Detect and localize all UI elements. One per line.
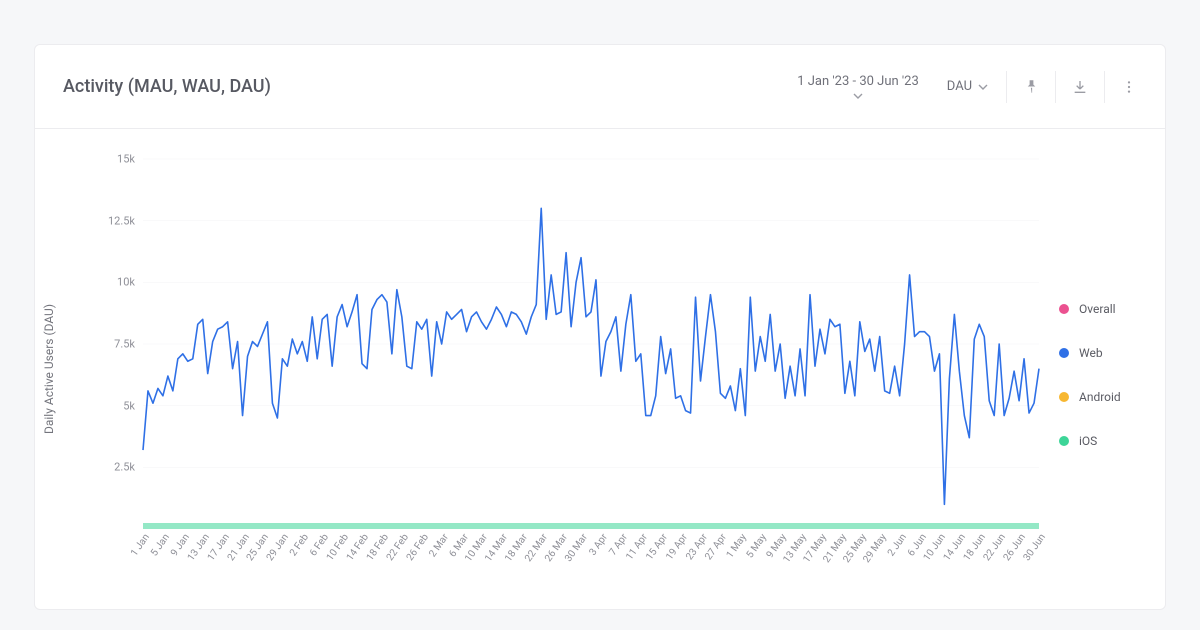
more-menu-button[interactable] [1109,67,1149,107]
x-tick-label: 2 Mar [427,532,451,559]
chart-legend: Overall Web Android iOS [1039,159,1151,591]
chevron-down-icon [853,93,863,99]
card-body: Daily Active Users (DAU) 2.5k 5k 7.5k 10k 12… [35,129,1165,609]
legend-label: Web [1079,346,1103,360]
y-axis-label: Daily Active Users (DAU) [42,304,56,434]
legend-label: iOS [1079,434,1097,448]
chart-canvas [143,159,1039,529]
x-axis-row: 1 Jan5 Jan9 Jan13 Jan17 Jan21 Jan25 Jan2… [97,529,1039,591]
metric-selector[interactable]: DAU [933,65,1002,109]
pin-button[interactable] [1011,67,1051,107]
legend-dot [1059,392,1069,402]
card-header: Activity (MAU, WAU, DAU) 1 Jan '23 - 30 … [35,45,1165,129]
download-button[interactable] [1060,67,1100,107]
y-tick-label: 2.5k [95,461,135,474]
divider [1006,71,1007,103]
legend-item-android[interactable]: Android [1059,390,1151,404]
x-tick-label: 2 Feb [288,532,311,558]
legend-label: Android [1079,390,1121,404]
x-tick-label: 1 May [725,532,749,560]
metric-selected-label: DAU [947,79,972,94]
y-tick-label: 5k [95,399,135,412]
y-axis-ticks: 2.5k5k7.5k10k12.5k15k [97,159,143,529]
legend-item-overall[interactable]: Overall [1059,302,1151,316]
chevron-down-icon [978,84,988,90]
x-axis-ticks: 1 Jan5 Jan9 Jan13 Jan17 Jan21 Jan25 Jan2… [143,529,1039,591]
more-vertical-icon [1121,79,1137,95]
x-tick-label: 3 Apr [587,532,610,558]
legend-item-web[interactable]: Web [1059,346,1151,360]
card-title: Activity (MAU, WAU, DAU) [63,76,783,97]
legend-label: Overall [1079,302,1116,316]
series-line-web [143,208,1039,504]
header-controls: 1 Jan '23 - 30 Jun '23 DAU [783,65,1149,109]
y-tick-label: 12.5k [95,214,135,227]
legend-dot [1059,348,1069,358]
pin-icon [1024,79,1039,94]
legend-dot [1059,304,1069,314]
activity-card: Activity (MAU, WAU, DAU) 1 Jan '23 - 30 … [34,44,1166,610]
legend-dot [1059,436,1069,446]
x-tick-label: 5 May [745,532,769,560]
y-tick-label: 7.5k [95,338,135,351]
plot-area: 2.5k5k7.5k10k12.5k15k [97,159,1039,529]
x-tick-label: 5 Jan [149,532,172,558]
divider [1055,71,1056,103]
y-tick-label: 10k [95,276,135,289]
date-range-label: 1 Jan '23 - 30 Jun '23 [797,74,919,89]
legend-item-ios[interactable]: iOS [1059,434,1151,448]
plot-column: 2.5k5k7.5k10k12.5k15k 1 Jan5 Jan9 Jan13 … [97,159,1039,591]
download-icon [1072,79,1088,95]
y-tick-label: 15k [95,153,135,166]
date-range-selector[interactable]: 1 Jan '23 - 30 Jun '23 [783,65,933,109]
divider [1104,71,1105,103]
x-tick-label: 2 Jun [885,532,908,559]
